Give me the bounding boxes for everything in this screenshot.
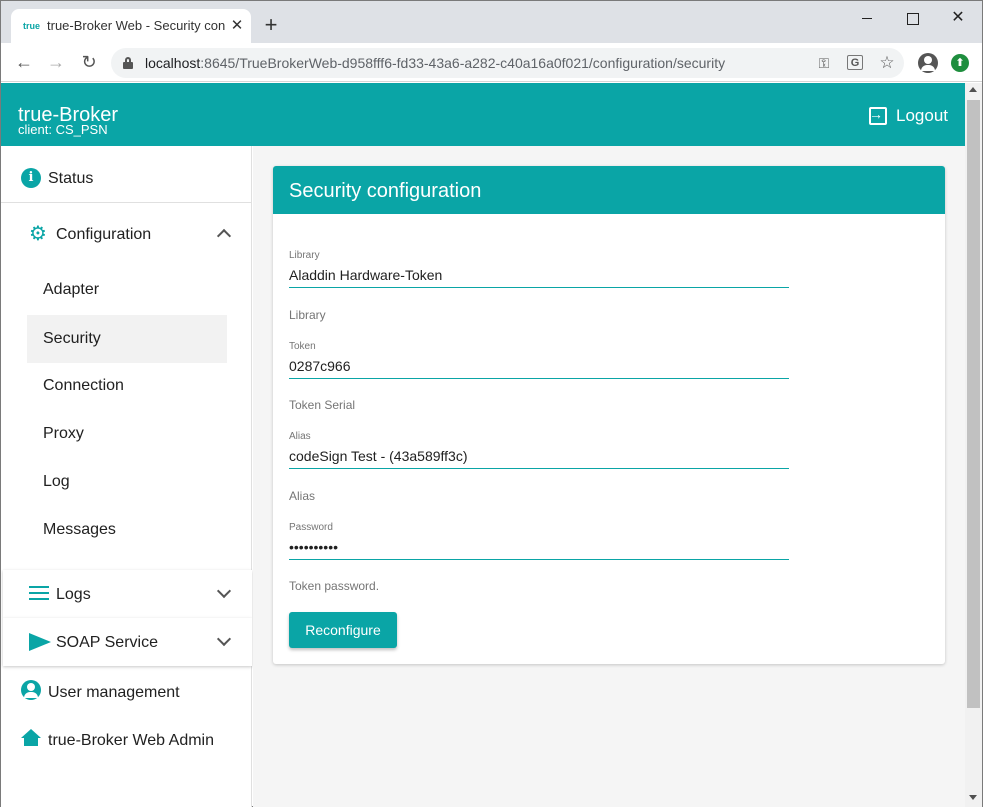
sidebar-item-label: Configuration: [56, 226, 152, 243]
security-config-card: Security configuration Library Library T…: [273, 166, 945, 664]
account-circle-icon: [21, 680, 41, 700]
library-select[interactable]: [289, 265, 789, 285]
sidebar-item-label: Logs: [56, 586, 91, 603]
forward-arrow-icon[interactable]: →: [43, 49, 69, 75]
field-underline: [289, 378, 789, 379]
sidebar-item-label: Log: [43, 473, 70, 490]
browser-tabstrip: true true-Broker Web - Security configur…: [1, 1, 982, 43]
lock-icon[interactable]: [123, 57, 133, 69]
send-icon: [29, 633, 51, 651]
translate-icon[interactable]: G: [847, 55, 863, 70]
password-field: Password: [289, 522, 789, 562]
url-text[interactable]: localhost:8645/TrueBrokerWeb-d958fff6-fd…: [145, 55, 805, 73]
info-icon: i: [21, 168, 41, 188]
tab-close-icon[interactable]: ✕: [229, 17, 245, 35]
sidebar-item-label: Security: [43, 330, 101, 347]
field-underline: [289, 559, 789, 560]
card-header: Security configuration: [273, 166, 945, 214]
url-host: localhost: [145, 55, 201, 71]
key-icon[interactable]: ⚿: [815, 54, 833, 72]
sidebar-item-label: Proxy: [43, 425, 84, 442]
main-content: Security configuration Library Library T…: [253, 146, 965, 807]
token-field: Token: [289, 341, 789, 381]
window-maximize-button[interactable]: [889, 5, 935, 31]
password-field-label: Password: [289, 522, 333, 533]
profile-icon[interactable]: [918, 53, 938, 73]
logout-button[interactable]: Logout: [869, 105, 949, 127]
field-underline: [289, 287, 789, 288]
alias-field: Alias: [289, 431, 789, 471]
sidebar-item-label: SOAP Service: [56, 634, 158, 651]
logout-icon: [869, 106, 887, 125]
token-hint: Token Serial: [289, 398, 356, 412]
favicon-icon: true: [23, 21, 41, 31]
token-field-label: Token: [289, 341, 316, 352]
reload-icon[interactable]: ↻: [76, 49, 102, 75]
scroll-down-icon[interactable]: [969, 795, 977, 800]
window-minimize-button[interactable]: [844, 5, 890, 31]
sidebar-item-label: User management: [48, 684, 180, 701]
password-hint: Token password.: [289, 579, 380, 593]
library-field: Library: [289, 250, 789, 290]
browser-tab[interactable]: true true-Broker Web - Security configur…: [11, 9, 251, 43]
reconfigure-button[interactable]: Reconfigure: [289, 612, 397, 648]
sidebar-item-label: Messages: [43, 521, 116, 538]
field-underline: [289, 468, 789, 469]
back-arrow-icon[interactable]: ←: [11, 49, 37, 75]
window-close-button[interactable]: ✕: [935, 5, 981, 31]
sidebar-item-label: Adapter: [43, 281, 100, 298]
url-path: :8645/TrueBrokerWeb-d958fff6-fd33-43a6-a…: [200, 55, 726, 71]
page-scrollbar[interactable]: [965, 83, 982, 807]
tab-title: true-Broker Web - Security configuration: [47, 18, 225, 33]
sidebar-item-soap-service[interactable]: SOAP Service: [3, 618, 252, 666]
sidebar-item-connection[interactable]: Connection: [27, 362, 227, 410]
sidebar-item-status[interactable]: i Status: [1, 154, 252, 202]
star-icon[interactable]: ☆: [878, 54, 896, 72]
sidebar-item-label: true-Broker Web Admin: [48, 732, 214, 749]
app-header: true-Broker client: CS_PSN Logout: [1, 83, 965, 146]
logout-label: Logout: [896, 106, 948, 125]
sidebar-item-messages[interactable]: Messages: [27, 506, 227, 554]
chevron-up-icon: [216, 228, 232, 244]
sidebar-item-security[interactable]: Security: [27, 315, 227, 363]
scroll-up-icon[interactable]: [969, 87, 977, 92]
page-title: Security configuration: [289, 180, 482, 202]
alias-field-label: Alias: [289, 431, 311, 442]
list-icon: [29, 586, 49, 600]
client-label: client: CS_PSN: [18, 122, 108, 137]
scrollbar-thumb[interactable]: [967, 100, 980, 708]
gear-icon: ⚙: [29, 223, 47, 245]
chevron-down-icon: [216, 583, 232, 599]
library-hint: Library: [289, 308, 326, 322]
extension-icon[interactable]: ⬆: [951, 54, 969, 72]
new-tab-icon[interactable]: +: [259, 13, 283, 37]
sidebar-item-log[interactable]: Log: [27, 458, 227, 506]
address-bar[interactable]: localhost:8645/TrueBrokerWeb-d958fff6-fd…: [111, 48, 904, 78]
sidebar-item-label: Status: [48, 170, 94, 187]
library-field-label: Library: [289, 250, 320, 261]
sidebar-divider: [1, 202, 252, 203]
sidebar-item-adapter[interactable]: Adapter: [27, 266, 227, 314]
chevron-down-icon: [216, 631, 232, 647]
alias-select[interactable]: [289, 446, 789, 466]
alias-hint: Alias: [289, 489, 316, 503]
password-input[interactable]: [289, 537, 789, 557]
home-icon: [21, 729, 41, 747]
token-select[interactable]: [289, 356, 789, 376]
sidebar-item-label: Connection: [43, 377, 124, 394]
sidebar: i Status Configuration Adapter Security …: [1, 146, 252, 807]
sidebar-item-logs[interactable]: Logs: [3, 570, 252, 618]
sidebar-item-proxy[interactable]: Proxy: [27, 410, 227, 458]
browser-toolbar: ← → ↻ localhost:8645/TrueBrokerWeb-d958f…: [1, 43, 982, 82]
